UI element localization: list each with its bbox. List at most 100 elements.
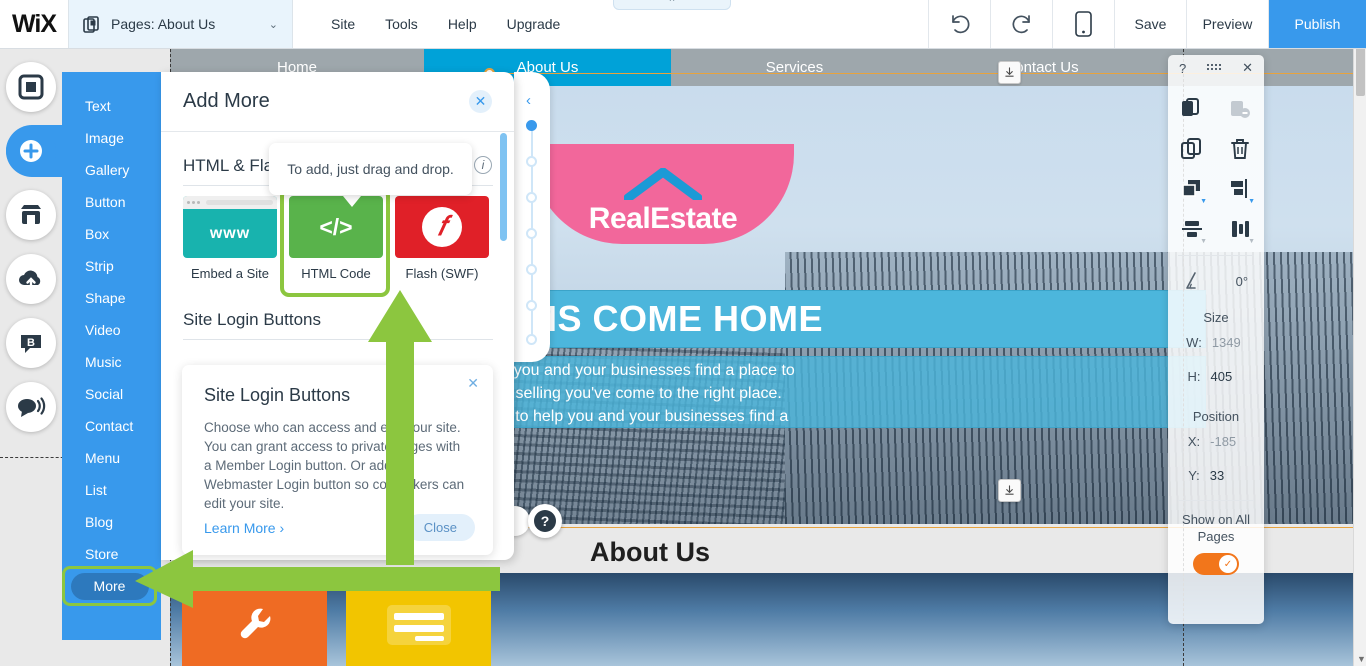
hero-paragraph[interactable]: and we help you and your businesses find… xyxy=(416,356,1206,428)
learn-more-link[interactable]: Learn More › xyxy=(204,520,284,536)
width-field[interactable]: W: 1349 xyxy=(1168,325,1264,359)
services-tile-yellow[interactable] xyxy=(346,583,491,666)
pages-dropdown-label: Pages: About Us xyxy=(111,16,216,32)
duplicate-button[interactable] xyxy=(1168,129,1216,169)
publish-button[interactable]: Publish xyxy=(1268,0,1366,48)
nav-item-contact-us[interactable]: Contact Us xyxy=(918,49,1165,86)
category-image[interactable]: Image xyxy=(62,122,161,154)
page-scrollbar[interactable]: ▲ ▼ xyxy=(1353,0,1366,666)
category-video[interactable]: Video xyxy=(62,314,161,346)
position-x-field[interactable]: X: -185 xyxy=(1168,424,1264,458)
hero-paragraph-line: be buying or selling you've come to the … xyxy=(423,385,782,402)
redo-button[interactable] xyxy=(990,0,1052,48)
back-chevron-icon[interactable]: ‹ xyxy=(526,92,531,109)
pos-y-value[interactable]: 33 xyxy=(1210,468,1244,483)
category-strip[interactable]: Strip xyxy=(62,250,161,282)
close-icon[interactable]: ✕ xyxy=(467,375,479,392)
height-field[interactable]: H: 405 xyxy=(1168,359,1264,393)
panel-scrollbar[interactable] xyxy=(500,133,507,241)
category-more-highlight: More xyxy=(62,566,157,606)
help-icon[interactable]: ? xyxy=(1179,61,1186,76)
save-button[interactable]: Save xyxy=(1114,0,1186,48)
rail-item-app-market[interactable] xyxy=(6,190,56,240)
align-button[interactable]: ▼ xyxy=(1216,169,1264,209)
add-section-button-middle[interactable] xyxy=(998,479,1021,502)
category-box[interactable]: Box xyxy=(62,218,161,250)
step-dot[interactable] xyxy=(526,334,537,345)
rotation-value[interactable]: 0° xyxy=(1236,274,1248,289)
tile-embed-a-site[interactable]: www Embed a Site xyxy=(183,196,277,281)
blog-b-icon: B xyxy=(21,335,41,353)
drag-handle-icon[interactable] xyxy=(1207,61,1222,76)
about-heading[interactable]: About Us xyxy=(590,537,710,568)
category-shape[interactable]: Shape xyxy=(62,282,161,314)
toolbar-divider-2 xyxy=(1178,500,1254,501)
category-music[interactable]: Music xyxy=(62,346,161,378)
category-blog[interactable]: Blog xyxy=(62,506,161,538)
scroll-down-arrow-icon[interactable]: ▼ xyxy=(1357,654,1366,664)
category-contact[interactable]: Contact xyxy=(62,410,161,442)
height-key: H: xyxy=(1187,368,1201,384)
category-button[interactable]: Button xyxy=(62,186,161,218)
tile-caption: Flash (SWF) xyxy=(405,266,479,281)
menu-upgrade[interactable]: Upgrade xyxy=(507,16,561,32)
category-more[interactable]: More xyxy=(70,572,149,600)
close-icon[interactable]: ✕ xyxy=(469,90,492,113)
delete-button[interactable] xyxy=(1216,129,1264,169)
copy-style-button[interactable] xyxy=(1168,89,1216,129)
category-social[interactable]: Social xyxy=(62,378,161,410)
menu-site[interactable]: Site xyxy=(331,16,355,32)
pages-dropdown[interactable]: Pages: About Us ⌄ xyxy=(68,0,293,48)
menu-help[interactable]: Help xyxy=(448,16,477,32)
rail-item-my-uploads[interactable] xyxy=(6,254,56,304)
step-dot[interactable] xyxy=(526,192,537,203)
category-menu[interactable]: Menu xyxy=(62,442,161,474)
services-tile-orange[interactable] xyxy=(182,583,327,666)
step-dot[interactable] xyxy=(526,264,537,275)
tile-flash-swf[interactable]: 𝑓 Flash (SWF) xyxy=(395,196,489,281)
info-icon[interactable]: i xyxy=(474,156,492,174)
step-dot-active[interactable] xyxy=(526,120,537,131)
height-value[interactable]: 405 xyxy=(1211,369,1245,384)
show-on-all-pages-label: Show on All Pages xyxy=(1182,512,1250,544)
step-dot[interactable] xyxy=(526,300,537,311)
preview-button[interactable]: Preview xyxy=(1186,0,1268,48)
position-y-field[interactable]: Y: 33 xyxy=(1168,458,1264,492)
paste-style-button[interactable] xyxy=(1216,89,1264,129)
flash-circle: 𝑓 xyxy=(422,207,462,247)
undo-button[interactable] xyxy=(928,0,990,48)
pos-x-value[interactable]: -185 xyxy=(1210,434,1244,449)
close-icon[interactable]: ✕ xyxy=(1242,60,1253,76)
rail-item-chat[interactable] xyxy=(6,382,56,432)
info-card-footer: Learn More › Close xyxy=(204,514,475,541)
category-text[interactable]: Text xyxy=(62,90,161,122)
arrange-icon xyxy=(1182,180,1200,197)
wrench-icon xyxy=(240,608,270,638)
nav-item-services[interactable]: Services xyxy=(671,49,918,86)
element-toolbar-panel: ? ✕ ▼ ▼ ▼ ▼ 0° Size W: 1349 H: 405 Posit… xyxy=(1168,55,1264,624)
help-badge[interactable]: ? xyxy=(528,504,562,538)
collapse-toolbar-handle[interactable]: ⌃ xyxy=(613,0,731,10)
close-button[interactable]: Close xyxy=(405,514,475,541)
step-dot[interactable] xyxy=(526,156,537,167)
distribute-vertical-button[interactable]: ▼ xyxy=(1168,209,1216,249)
angle-icon[interactable] xyxy=(1184,271,1204,291)
add-section-button-top[interactable] xyxy=(998,61,1021,84)
category-gallery[interactable]: Gallery xyxy=(62,154,161,186)
category-list[interactable]: List xyxy=(62,474,161,506)
step-dot[interactable] xyxy=(526,228,537,239)
arrange-button[interactable]: ▼ xyxy=(1168,169,1216,209)
width-value[interactable]: 1349 xyxy=(1212,335,1246,350)
rail-item-page-background[interactable] xyxy=(6,62,56,112)
wix-logo[interactable]: WiX xyxy=(0,0,68,48)
mobile-view-button[interactable] xyxy=(1052,0,1114,48)
rail-item-blog[interactable]: B xyxy=(6,318,56,368)
hero-paragraph-line: We are here to help you and your busines… xyxy=(423,408,789,425)
menu-tools[interactable]: Tools xyxy=(385,16,418,32)
site-logo-text: RealEstate xyxy=(588,202,738,235)
show-on-all-pages-toggle-wrap: ✓ xyxy=(1168,553,1264,575)
distribute-horizontal-button[interactable]: ▼ xyxy=(1216,209,1264,249)
toolbar-header: ? ✕ xyxy=(1168,55,1264,81)
show-on-all-pages-toggle[interactable]: ✓ xyxy=(1193,553,1239,575)
rail-item-add-elements[interactable] xyxy=(6,126,56,176)
